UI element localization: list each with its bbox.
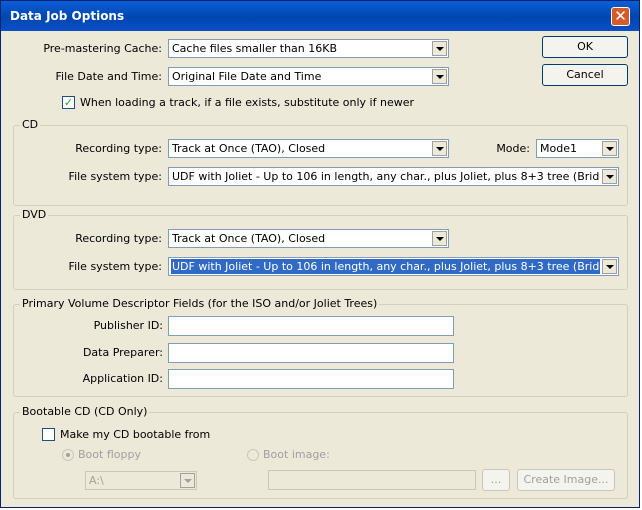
cd-file-system-dropdown[interactable]: UDF with Joliet - Up to 106 in length, a… xyxy=(168,167,619,186)
close-icon: ✕ xyxy=(614,7,627,25)
title-bar: Data Job Options ✕ xyxy=(1,1,639,31)
boot-floppy-label: Boot floppy xyxy=(78,448,141,461)
data-preparer-label: Data Preparer: xyxy=(82,346,163,359)
chevron-down-icon[interactable] xyxy=(432,231,447,246)
application-id-label: Application ID: xyxy=(82,372,163,385)
dvd-file-system-label: File system type: xyxy=(68,260,162,273)
data-preparer-input[interactable] xyxy=(168,343,454,363)
substitute-newer-label: When loading a track, if a file exists, … xyxy=(80,96,415,109)
chevron-down-icon[interactable] xyxy=(432,41,447,56)
checkmark-icon: ✓ xyxy=(63,96,74,109)
substitute-newer-checkbox[interactable]: ✓ xyxy=(62,96,75,109)
boot-image-path-input[interactable] xyxy=(268,470,476,490)
chevron-down-icon[interactable] xyxy=(602,141,617,156)
boot-image-radio[interactable] xyxy=(247,449,259,461)
premastering-cache-dropdown[interactable]: Cache files smaller than 16KB xyxy=(168,39,449,58)
dvd-group: DVD xyxy=(13,208,628,290)
cd-mode-value: Mode1 xyxy=(540,142,577,155)
premastering-cache-label: Pre-mastering Cache: xyxy=(43,42,162,55)
data-job-options-dialog: Data Job Options ✕ Pre-mastering Cache: … xyxy=(0,0,640,508)
cd-file-system-value: UDF with Joliet - Up to 106 in length, a… xyxy=(172,170,600,183)
chevron-down-icon[interactable] xyxy=(432,141,447,156)
dvd-recording-type-label: Recording type: xyxy=(75,232,162,245)
ok-button[interactable]: OK xyxy=(542,36,628,58)
dialog-title: Data Job Options xyxy=(10,9,125,23)
chevron-down-icon[interactable] xyxy=(602,259,617,274)
cancel-button[interactable]: Cancel xyxy=(542,64,628,86)
premastering-cache-value: Cache files smaller than 16KB xyxy=(172,42,338,55)
publisher-id-input[interactable] xyxy=(168,316,454,336)
pvd-group-title: Primary Volume Descriptor Fields (for th… xyxy=(20,297,380,310)
make-bootable-label: Make my CD bootable from xyxy=(60,428,211,441)
file-date-time-label: File Date and Time: xyxy=(55,70,162,83)
dvd-file-system-dropdown[interactable]: UDF with Joliet - Up to 106 in length, a… xyxy=(168,257,619,276)
dvd-file-system-value: UDF with Joliet - Up to 106 in length, a… xyxy=(171,259,600,274)
application-id-input[interactable] xyxy=(168,369,454,389)
cd-mode-dropdown[interactable]: Mode1 xyxy=(536,139,619,158)
cd-group-title: CD xyxy=(20,118,41,131)
cd-recording-type-value: Track at Once (TAO), Closed xyxy=(172,142,326,155)
cd-recording-type-label: Recording type: xyxy=(75,142,162,155)
cd-file-system-label: File system type: xyxy=(68,170,162,183)
chevron-down-icon[interactable] xyxy=(180,473,195,488)
floppy-drive-dropdown[interactable]: A:\ xyxy=(85,471,197,490)
cd-group: CD xyxy=(13,118,628,206)
file-date-time-dropdown[interactable]: Original File Date and Time xyxy=(168,67,449,86)
boot-floppy-radio[interactable] xyxy=(62,449,74,461)
close-button[interactable]: ✕ xyxy=(611,7,630,26)
chevron-down-icon[interactable] xyxy=(602,169,617,184)
dvd-recording-type-dropdown[interactable]: Track at Once (TAO), Closed xyxy=(168,229,449,248)
publisher-id-label: Publisher ID: xyxy=(93,319,163,332)
dvd-group-title: DVD xyxy=(20,208,49,221)
chevron-down-icon[interactable] xyxy=(432,69,447,84)
make-bootable-checkbox[interactable] xyxy=(42,428,55,441)
boot-image-label: Boot image: xyxy=(263,448,330,461)
browse-button[interactable]: ... xyxy=(482,469,510,491)
dvd-recording-type-value: Track at Once (TAO), Closed xyxy=(172,232,326,245)
file-date-time-value: Original File Date and Time xyxy=(172,70,322,83)
floppy-drive-value: A:\ xyxy=(89,474,104,487)
cd-recording-type-dropdown[interactable]: Track at Once (TAO), Closed xyxy=(168,139,449,158)
create-image-button[interactable]: Create Image... xyxy=(517,469,615,491)
bootable-cd-group-title: Bootable CD (CD Only) xyxy=(20,405,150,418)
cd-mode-label: Mode: xyxy=(496,142,530,155)
